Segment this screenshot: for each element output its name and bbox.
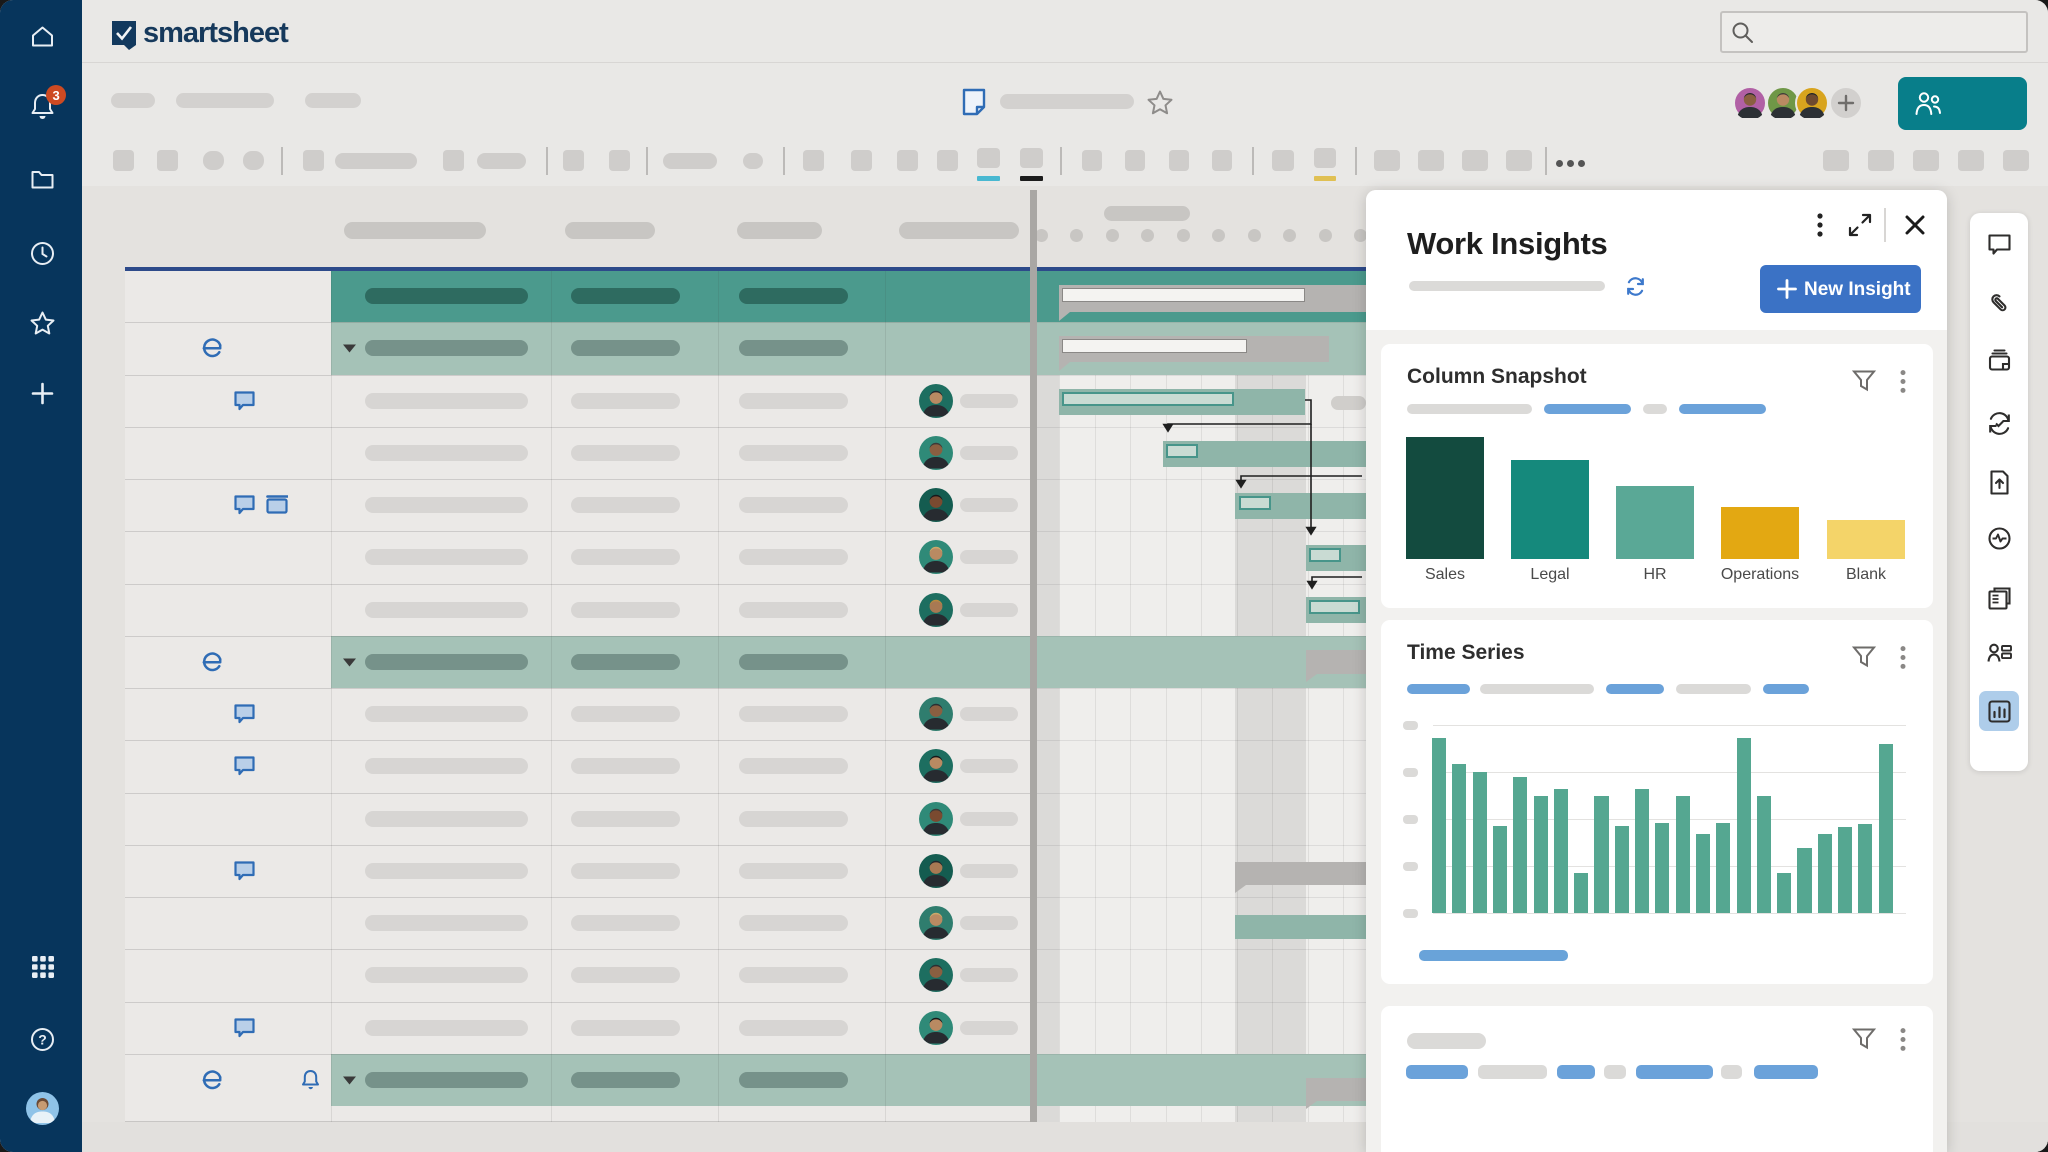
svg-text:?: ?	[38, 1032, 47, 1048]
